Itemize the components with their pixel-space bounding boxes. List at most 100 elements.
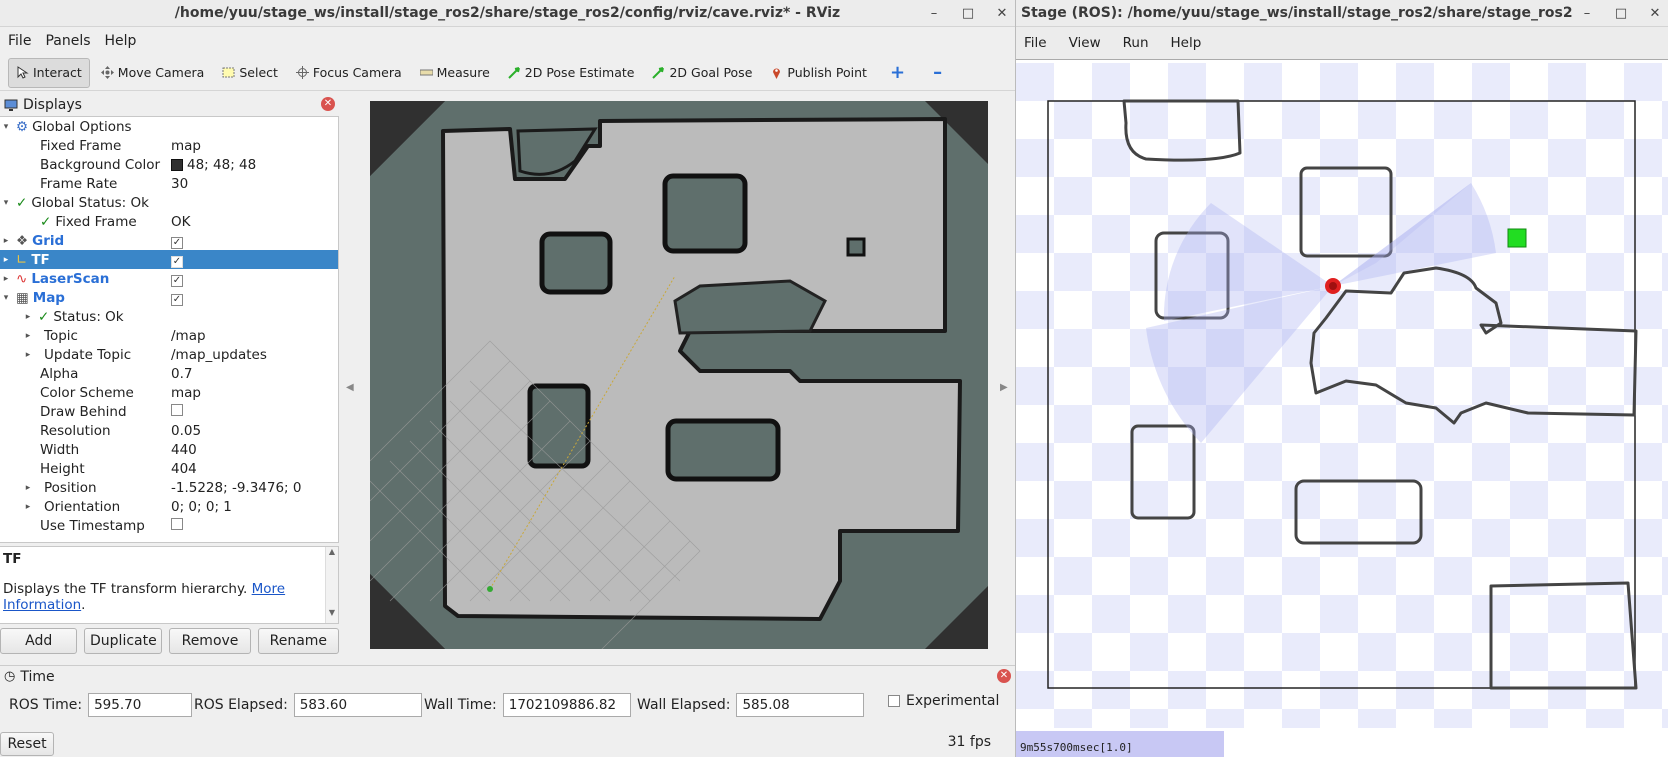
tree-row-map-status[interactable]: ▸ ✓ Status: Ok [0, 307, 338, 326]
add-tool-button[interactable]: + [878, 58, 917, 88]
collapse-right-icon[interactable]: ▶ [1000, 382, 1008, 393]
stage-world-canvas[interactable] [1016, 63, 1668, 728]
tree-row-color-scheme[interactable]: Color Scheme map [0, 383, 338, 402]
ros-time-field[interactable]: 595.70 [88, 693, 193, 717]
check-ok-icon: ✓ [40, 213, 52, 230]
alpha-value[interactable]: 0.7 [171, 366, 192, 382]
color-scheme-value[interactable]: map [171, 385, 201, 401]
wall-time-field[interactable]: 1702109886.82 [502, 693, 631, 717]
topic-value[interactable]: /map [171, 328, 206, 344]
tree-row-position[interactable]: ▸ Position -1.5228; -9.3476; 0 [0, 478, 338, 497]
maximize-icon[interactable]: □ [1614, 6, 1628, 21]
globe-icon: ⚙ [16, 118, 29, 135]
draw-behind-checkbox[interactable] [171, 403, 183, 416]
tree-row-fixed-frame[interactable]: Fixed Frame map [0, 136, 338, 155]
use-timestamp-checkbox[interactable] [171, 517, 183, 530]
minimize-icon[interactable]: – [1580, 6, 1594, 21]
close-icon[interactable]: ✕ [995, 6, 1009, 21]
tree-row-grid[interactable]: ▸ ❖ Grid ✓ [0, 231, 338, 250]
tree-label: Background Color [40, 156, 161, 173]
stage-menu-help[interactable]: Help [1171, 35, 1202, 51]
remove-tool-button[interactable]: – [921, 58, 954, 88]
expand-right-icon[interactable]: ▸ [0, 255, 12, 265]
displays-tree[interactable]: ▾ ⚙ Global Options Fixed Frame map Backg… [0, 116, 339, 543]
tree-row-tf[interactable]: ▸ ∟ TF ✓ [0, 250, 338, 269]
menu-help[interactable]: Help [105, 33, 137, 49]
tree-row-topic[interactable]: ▸ Topic /map [0, 326, 338, 345]
grid-enabled-checkbox[interactable]: ✓ [171, 236, 183, 249]
tool-move-camera[interactable]: Move Camera [94, 58, 212, 88]
tree-row-resolution[interactable]: Resolution 0.05 [0, 421, 338, 440]
minimize-icon[interactable]: – [927, 6, 941, 21]
tool-measure[interactable]: Measure [413, 58, 497, 88]
rviz-title: /home/yuu/stage_ws/install/stage_ros2/sh… [174, 5, 841, 21]
add-button[interactable]: Add [0, 628, 78, 654]
ros-elapsed-field[interactable]: 583.60 [293, 693, 422, 717]
stage-menu-view[interactable]: View [1069, 35, 1101, 51]
update-topic-value[interactable]: /map_updates [171, 347, 267, 363]
tool-select-label: Select [239, 65, 278, 80]
tool-2d-pose-estimate[interactable]: 2D Pose Estimate [501, 58, 642, 88]
expand-right-icon[interactable]: ▸ [22, 502, 34, 512]
tree-row-height[interactable]: Height 404 [0, 459, 338, 478]
expand-right-icon[interactable]: ▸ [22, 350, 34, 360]
tool-focus-camera[interactable]: Focus Camera [289, 58, 409, 88]
laserscan-enabled-checkbox[interactable]: ✓ [171, 274, 183, 287]
duplicate-button[interactable]: Duplicate [84, 628, 163, 654]
tree-label: Draw Behind [40, 403, 127, 420]
tree-row-global-options[interactable]: ▾ ⚙ Global Options [0, 117, 338, 136]
tool-publish-point[interactable]: Publish Point [763, 58, 874, 88]
tree-label: Orientation [44, 498, 121, 515]
tree-row-alpha[interactable]: Alpha 0.7 [0, 364, 338, 383]
tree-row-orientation[interactable]: ▸ Orientation 0; 0; 0; 1 [0, 497, 338, 516]
tool-interact[interactable]: Interact [8, 57, 90, 88]
fps-counter: 31 fps [947, 734, 991, 750]
tree-row-global-status[interactable]: ▾ ✓ Global Status: Ok [0, 193, 338, 212]
expand-right-icon[interactable]: ▸ [22, 331, 34, 341]
tree-row-draw-behind[interactable]: Draw Behind [0, 402, 338, 421]
collapse-left-icon[interactable]: ◀ [346, 382, 354, 393]
stage-menu-run[interactable]: Run [1123, 35, 1149, 51]
expand-down-icon[interactable]: ▾ [0, 293, 12, 303]
close-displays-icon[interactable]: ✕ [321, 97, 335, 111]
tool-2d-goal-pose[interactable]: 2D Goal Pose [645, 58, 759, 88]
tree-row-use-timestamp[interactable]: Use Timestamp [0, 516, 338, 535]
expand-down-icon[interactable]: ▾ [0, 122, 12, 132]
tree-row-map[interactable]: ▾ ▦ Map ✓ [0, 288, 338, 307]
stage-menu-file[interactable]: File [1024, 35, 1047, 51]
description-scrollbar[interactable]: ▲ ▼ [325, 547, 338, 623]
expand-down-icon[interactable]: ▾ [0, 198, 12, 208]
expand-right-icon[interactable]: ▸ [22, 483, 34, 493]
render-view[interactable] [369, 101, 988, 672]
wall-elapsed-field[interactable]: 585.08 [736, 693, 865, 717]
tree-row-width[interactable]: Width 440 [0, 440, 338, 459]
expand-right-icon[interactable]: ▸ [0, 236, 12, 246]
tree-label: Frame Rate [40, 175, 118, 192]
experimental-checkbox[interactable] [888, 695, 900, 707]
tree-label: Topic [44, 327, 78, 344]
expand-right-icon[interactable]: ▸ [22, 312, 34, 322]
ros-time-group: ROS Time: 595.70 [9, 693, 193, 717]
frame-rate-value[interactable]: 30 [171, 176, 188, 192]
menu-panels[interactable]: Panels [45, 33, 90, 49]
background-color-value[interactable]: 48; 48; 48 [171, 157, 256, 173]
ruler-icon [419, 69, 433, 76]
remove-button[interactable]: Remove [169, 628, 251, 654]
map-enabled-checkbox[interactable]: ✓ [171, 293, 183, 306]
rename-button[interactable]: Rename [257, 628, 339, 654]
maximize-icon[interactable]: □ [961, 6, 975, 21]
tf-enabled-checkbox[interactable]: ✓ [171, 255, 183, 268]
tree-row-frame-rate[interactable]: Frame Rate 30 [0, 174, 338, 193]
close-time-icon[interactable]: ✕ [997, 669, 1011, 683]
tool-select[interactable]: Select [215, 58, 285, 88]
expand-right-icon[interactable]: ▸ [0, 274, 12, 284]
close-icon[interactable]: ✕ [1648, 6, 1662, 21]
tree-row-laserscan[interactable]: ▸ ∿ LaserScan ✓ [0, 269, 338, 288]
ros-elapsed-group: ROS Elapsed: 583.60 [194, 693, 422, 717]
menu-file[interactable]: File [8, 33, 31, 49]
fixed-frame-value[interactable]: map [171, 138, 201, 154]
tree-row-fixed-frame-status[interactable]: ✓ Fixed Frame OK [0, 212, 338, 231]
tree-row-background-color[interactable]: Background Color 48; 48; 48 [0, 155, 338, 174]
tree-row-update-topic[interactable]: ▸ Update Topic /map_updates [0, 345, 338, 364]
reset-button[interactable]: Reset [0, 732, 54, 756]
